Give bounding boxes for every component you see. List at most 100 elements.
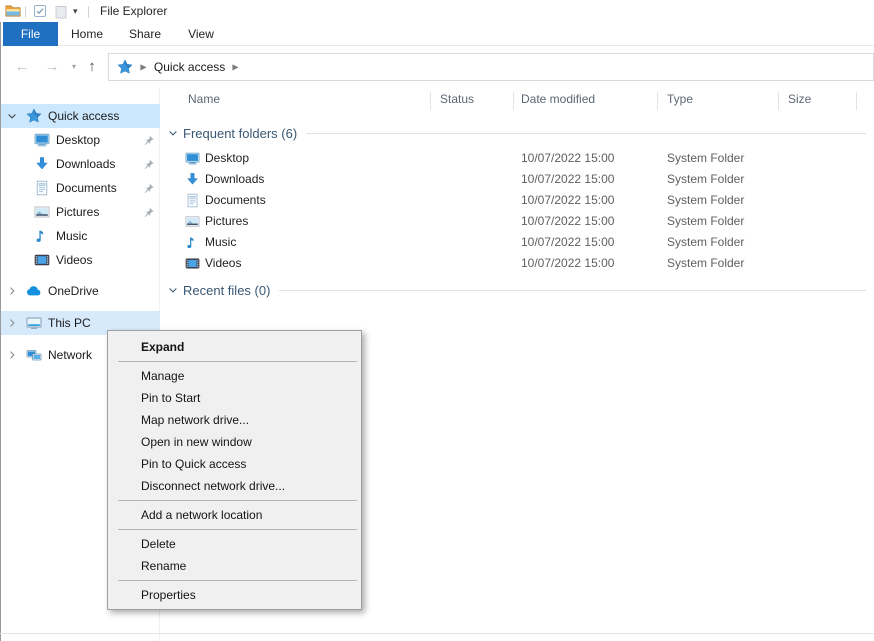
sidebar-item-label: Downloads: [56, 157, 115, 171]
sidebar-item-music[interactable]: Music: [0, 224, 160, 248]
breadcrumb-chevron-icon[interactable]: ▶: [233, 62, 239, 72]
file-type: System Folder: [667, 253, 744, 274]
sidebar-item-label: Documents: [56, 181, 117, 195]
qat-new-folder-button[interactable]: [53, 4, 69, 20]
sidebar-item-quick-access[interactable]: Quick access: [0, 104, 160, 128]
sidebar-item-label: Network: [48, 348, 92, 362]
chevron-right-icon[interactable]: [6, 285, 18, 297]
chevron-right-icon[interactable]: [6, 349, 18, 361]
menu-item-disconnect-network-drive[interactable]: Disconnect network drive...: [108, 475, 361, 497]
pin-icon[interactable]: [142, 206, 155, 219]
chevron-right-icon[interactable]: [6, 317, 18, 329]
back-button[interactable]: ←: [12, 46, 32, 88]
up-button[interactable]: ↑: [82, 46, 102, 88]
column-separator[interactable]: [856, 92, 857, 110]
sidebar-item-label: Music: [56, 229, 87, 243]
file-date-modified: 10/07/2022 15:00: [521, 232, 614, 253]
menu-item-manage[interactable]: Manage: [108, 365, 361, 387]
pin-icon[interactable]: [142, 158, 155, 171]
file-row-desktop[interactable]: Desktop10/07/2022 15:00System Folder: [160, 148, 874, 169]
breadcrumb-location[interactable]: Quick access: [154, 60, 225, 74]
sidebar-item-videos[interactable]: Videos: [0, 248, 160, 272]
file-name: Documents: [205, 190, 266, 211]
address-bar[interactable]: ▶ Quick access ▶: [108, 53, 874, 81]
column-separator[interactable]: [513, 92, 514, 110]
file-row-pictures[interactable]: Pictures10/07/2022 15:00System Folder: [160, 211, 874, 232]
breadcrumb-chevron-icon[interactable]: ▶: [140, 62, 146, 72]
group-header-frequent-folders-6[interactable]: Frequent folders (6): [160, 124, 874, 142]
column-header-name[interactable]: Name: [188, 88, 220, 110]
column-header-size[interactable]: Size: [788, 88, 811, 110]
column-header-status[interactable]: Status: [440, 88, 474, 110]
menu-item-properties[interactable]: Properties: [108, 584, 361, 606]
sidebar-item-documents[interactable]: Documents: [0, 176, 160, 200]
sidebar-item-pictures[interactable]: Pictures: [0, 200, 160, 224]
pin-icon[interactable]: [142, 182, 155, 195]
column-separator[interactable]: [657, 92, 658, 110]
file-name: Music: [205, 232, 236, 253]
ribbon-tab-view[interactable]: View: [176, 22, 226, 46]
menu-item-pin-to-start[interactable]: Pin to Start: [108, 387, 361, 409]
sidebar-item-onedrive[interactable]: OneDrive: [0, 279, 160, 303]
title-bar: | ▾ | File Explorer: [0, 0, 874, 22]
file-row-documents[interactable]: Documents10/07/2022 15:00System Folder: [160, 190, 874, 211]
group-header-line: [306, 133, 866, 134]
ribbon-tab-home[interactable]: Home: [62, 22, 112, 46]
qat-customize-chevron-icon[interactable]: ▾: [73, 0, 78, 22]
column-header-date-modified[interactable]: Date modified: [521, 88, 595, 110]
statusbar-divider: [0, 633, 874, 634]
desktop-icon: [34, 132, 50, 148]
file-name: Desktop: [205, 148, 249, 169]
forward-button[interactable]: →: [42, 46, 62, 88]
qat-properties-button[interactable]: [32, 3, 48, 19]
file-type: System Folder: [667, 232, 744, 253]
file-row-videos[interactable]: Videos 10/07/2022 15:00 System Folder: [160, 253, 874, 274]
column-header-type[interactable]: Type: [667, 88, 693, 110]
chevron-down-icon[interactable]: [6, 110, 18, 122]
pictures-icon: [34, 204, 50, 220]
pictures-icon: [185, 214, 200, 229]
sidebar-item-desktop[interactable]: Desktop: [0, 128, 160, 152]
group-header-recent-files-0[interactable]: Recent files (0): [160, 281, 874, 299]
quick-access-icon: [26, 108, 42, 124]
ribbon-tab-share[interactable]: Share: [118, 22, 172, 46]
menu-item-open-in-new-window[interactable]: Open in new window: [108, 431, 361, 453]
menu-item-pin-to-quick-access[interactable]: Pin to Quick access: [108, 453, 361, 475]
quick-access-star-icon: [117, 59, 133, 75]
documents-icon: [185, 193, 200, 208]
column-separator[interactable]: [430, 92, 431, 110]
this-pc-icon: [26, 315, 42, 331]
file-explorer-window: | ▾ | File Explorer FileHomeShareView ← …: [0, 0, 874, 641]
menu-item-map-network-drive[interactable]: Map network drive...: [108, 409, 361, 431]
music-icon: [185, 235, 200, 250]
documents-icon: [34, 180, 50, 196]
file-row-music[interactable]: Music 10/07/2022 15:00 System Folder: [160, 232, 874, 253]
file-type: System Folder: [667, 211, 744, 232]
sidebar-item-label: Pictures: [56, 205, 99, 219]
menu-item-delete[interactable]: Delete: [108, 533, 361, 555]
chevron-down-icon[interactable]: [167, 284, 179, 296]
titlebar-divider: |: [24, 0, 27, 22]
menu-item-expand[interactable]: Expand: [108, 336, 361, 358]
desktop-icon: [185, 151, 200, 166]
file-date-modified: 10/07/2022 15:00: [521, 148, 614, 169]
file-name: Videos: [205, 253, 241, 274]
sidebar-item-downloads[interactable]: Downloads: [0, 152, 160, 176]
pin-icon[interactable]: [142, 134, 155, 147]
ribbon-tab-file[interactable]: File: [3, 22, 58, 46]
menu-item-add-a-network-location[interactable]: Add a network location: [108, 504, 361, 526]
column-separator[interactable]: [778, 92, 779, 110]
sidebar-item-label: Quick access: [48, 109, 119, 123]
file-date-modified: 10/07/2022 15:00: [521, 253, 614, 274]
music-icon: [34, 228, 50, 244]
context-menu: Expand ManagePin to StartMap network driv…: [107, 330, 362, 610]
chevron-down-icon[interactable]: [167, 127, 179, 139]
sidebar-item-label: This PC: [48, 316, 91, 330]
file-row-downloads[interactable]: Downloads10/07/2022 15:00System Folder: [160, 169, 874, 190]
downloads-icon: [34, 156, 50, 172]
recent-locations-chevron-icon[interactable]: ▾: [64, 46, 84, 88]
menu-item-rename[interactable]: Rename: [108, 555, 361, 577]
file-name: Downloads: [205, 169, 264, 190]
videos-icon: [34, 252, 50, 268]
file-name: Pictures: [205, 211, 248, 232]
